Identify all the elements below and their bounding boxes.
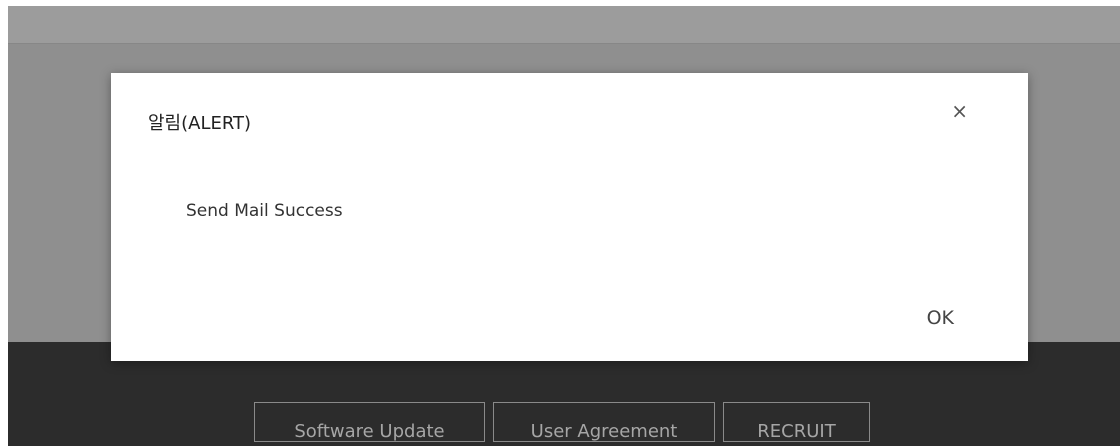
top-header-strip [8, 6, 1120, 44]
ok-button[interactable]: OK [927, 307, 954, 329]
dialog-message: Send Mail Success [186, 201, 343, 221]
footer-link-user-agreement[interactable]: User Agreement [493, 402, 715, 442]
close-icon[interactable]: × [951, 101, 968, 121]
footer-links: Software Update User Agreement RECRUIT [254, 402, 870, 442]
footer-link-recruit[interactable]: RECRUIT [723, 402, 870, 442]
alert-dialog: 알림(ALERT) × Send Mail Success OK [111, 73, 1028, 361]
footer-link-software-update[interactable]: Software Update [254, 402, 485, 442]
dialog-title: 알림(ALERT) [148, 113, 252, 134]
